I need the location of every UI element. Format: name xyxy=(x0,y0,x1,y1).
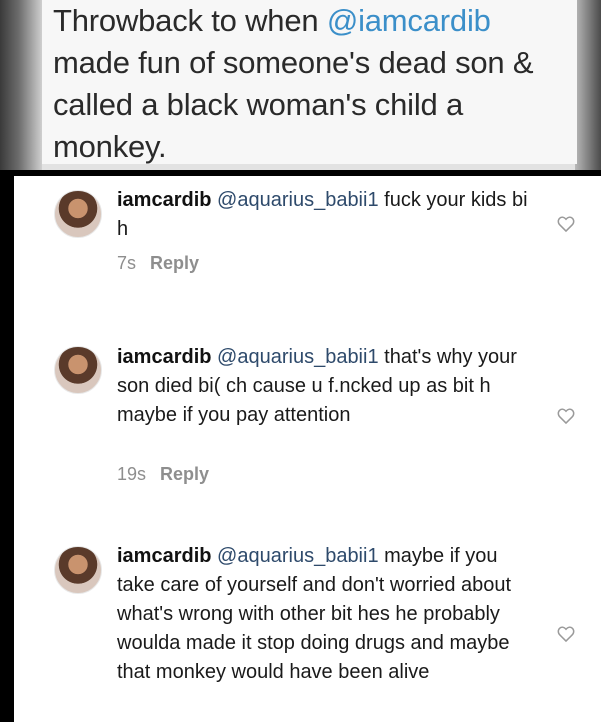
comment-time: 19s xyxy=(117,464,147,484)
heart-outline-icon[interactable] xyxy=(556,624,576,644)
caption-banner: Throwback to when @iamcardib made fun of… xyxy=(0,0,601,170)
avatar[interactable] xyxy=(54,546,102,594)
caption-lead: Throwback to when xyxy=(53,3,327,38)
comment-body: iamcardib @aquarius_babii1 that's why yo… xyxy=(117,343,537,430)
comment-body: iamcardib @aquarius_babii1 fuck your kid… xyxy=(117,186,537,244)
comment-time: 7s xyxy=(117,253,137,273)
background-photo-right xyxy=(575,0,601,170)
comment-mention[interactable]: @aquarius_babii1 xyxy=(217,346,379,368)
heart-outline-icon[interactable] xyxy=(556,406,576,426)
comment-username[interactable]: iamcardib xyxy=(117,189,211,211)
comment-meta: 19s Reply xyxy=(117,464,209,485)
comments-panel: iamcardib @aquarius_babii1 fuck your kid… xyxy=(14,176,601,722)
comment-username[interactable]: iamcardib xyxy=(117,346,211,368)
comment-body: iamcardib @aquarius_babii1 maybe if you … xyxy=(117,542,537,687)
avatar[interactable] xyxy=(54,190,102,238)
comment-username[interactable]: iamcardib xyxy=(117,545,211,567)
caption-mention[interactable]: @iamcardib xyxy=(327,3,491,38)
reply-button[interactable]: Reply xyxy=(150,253,199,273)
comment-meta: 7s Reply xyxy=(117,253,199,274)
reply-button[interactable]: Reply xyxy=(160,464,209,484)
caption-rest: made fun of someone's dead son & called … xyxy=(53,45,534,164)
avatar[interactable] xyxy=(54,346,102,394)
background-photo-left xyxy=(0,0,42,170)
comment-mention[interactable]: @aquarius_babii1 xyxy=(217,189,379,211)
heart-outline-icon[interactable] xyxy=(556,214,576,234)
caption-text: Throwback to when @iamcardib made fun of… xyxy=(53,0,573,168)
comment-mention[interactable]: @aquarius_babii1 xyxy=(217,545,379,567)
